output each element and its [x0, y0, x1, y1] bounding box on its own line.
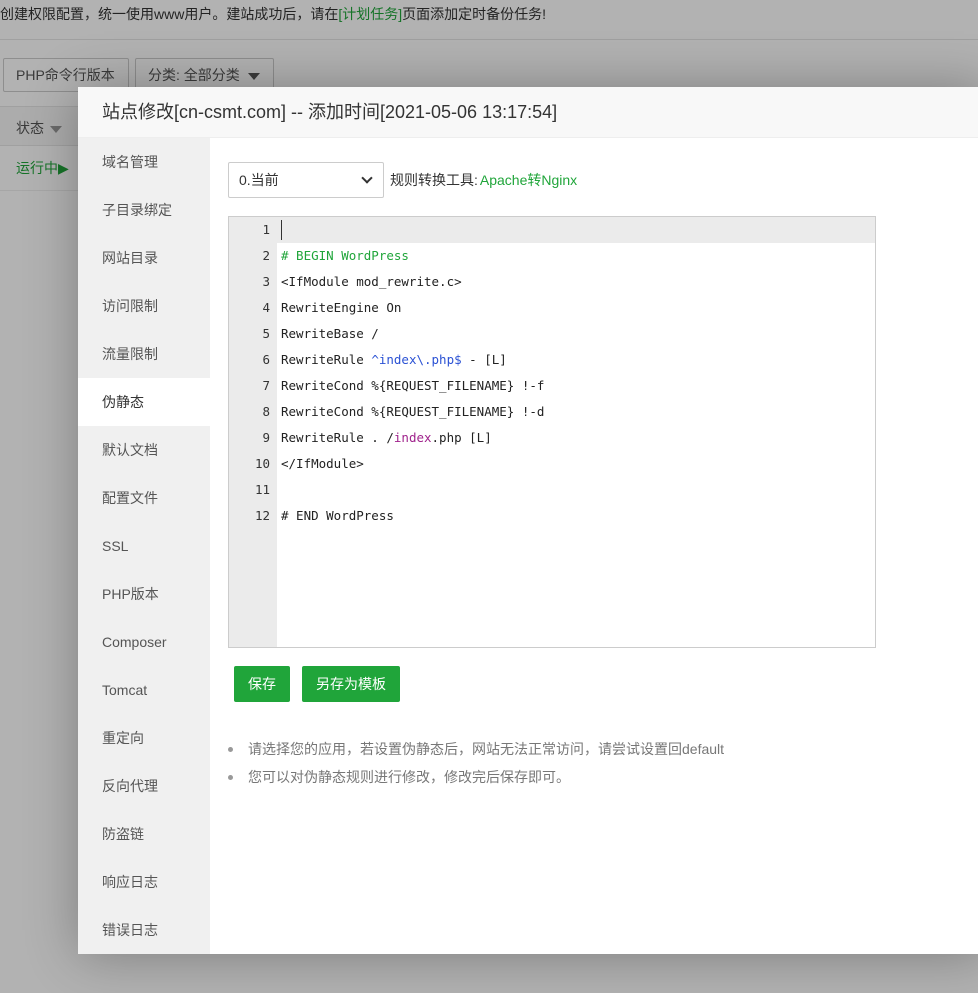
rewrite-panel: 0.当前 规则转换工具: Apache转Nginx 1 2 # BEGIN Wor… [228, 138, 978, 954]
text-cursor [281, 220, 282, 240]
sidebar-item-php-version[interactable]: PHP版本 [78, 570, 210, 618]
rewrite-template-select[interactable]: 0.当前 [228, 162, 384, 198]
sidebar-item-default-doc[interactable]: 默认文档 [78, 426, 210, 474]
modal-body: 域名管理 子目录绑定 网站目录 访问限制 流量限制 伪静态 默认文档 配置文件 … [78, 138, 978, 954]
code-line: 6 RewriteRule ^index\.php$ - [L] [262, 352, 507, 367]
help-tips: 请选择您的应用，若设置伪静态后，网站无法正常访问，请尝试设置回default 您… [228, 735, 724, 791]
code-line: 3 <IfModule mod_rewrite.c> [262, 274, 462, 289]
code-editor[interactable]: 1 2 # BEGIN WordPress 3 <IfModule mod_rewr… [228, 216, 876, 648]
sidebar-item-domain[interactable]: 域名管理 [78, 138, 210, 186]
modal-title: 站点修改[cn-csmt.com] -- 添加时间[2021-05-06 13:… [78, 87, 978, 138]
sidebar-item-subdirectory[interactable]: 子目录绑定 [78, 186, 210, 234]
code-line: 8 RewriteCond %{REQUEST_FILENAME} !-d [262, 404, 545, 419]
code-lines: 1 2 # BEGIN WordPress 3 <IfModule mod_rewr… [229, 217, 875, 529]
sidebar-item-reverse-proxy[interactable]: 反向代理 [78, 762, 210, 810]
code-line: 11 [254, 482, 270, 497]
tip-item: 请选择您的应用，若设置伪静态后，网站无法正常访问，请尝试设置回default [228, 735, 724, 763]
code-line: 7 RewriteCond %{REQUEST_FILENAME} !-f [262, 378, 545, 393]
save-button[interactable]: 保存 [234, 666, 290, 702]
sidebar-item-ssl[interactable]: SSL [78, 522, 210, 570]
modal-sidebar: 域名管理 子目录绑定 网站目录 访问限制 流量限制 伪静态 默认文档 配置文件 … [78, 138, 210, 954]
apache-to-nginx-link[interactable]: Apache转Nginx [480, 170, 577, 190]
code-line: 12 # END WordPress [254, 508, 394, 523]
rewrite-toolbar: 0.当前 规则转换工具: Apache转Nginx [228, 162, 577, 198]
save-as-template-button[interactable]: 另存为模板 [302, 666, 400, 702]
sidebar-item-traffic-limit[interactable]: 流量限制 [78, 330, 210, 378]
sidebar-item-composer[interactable]: Composer [78, 618, 210, 666]
sidebar-item-rewrite[interactable]: 伪静态 [78, 378, 210, 426]
site-edit-modal: 站点修改[cn-csmt.com] -- 添加时间[2021-05-06 13:… [78, 87, 978, 954]
action-buttons: 保存 另存为模板 [234, 666, 412, 702]
code-line: 9 RewriteRule . /index.php [L] [262, 430, 492, 445]
chevron-down-icon [361, 171, 373, 184]
sidebar-item-hotlink[interactable]: 防盗链 [78, 810, 210, 858]
code-line: 4 RewriteEngine On [262, 300, 402, 315]
sidebar-item-tomcat[interactable]: Tomcat [78, 666, 210, 714]
code-line: 2 # BEGIN WordPress [262, 248, 409, 263]
bullet-icon [228, 747, 233, 752]
bullet-icon [228, 775, 233, 780]
sidebar-item-config-file[interactable]: 配置文件 [78, 474, 210, 522]
sidebar-item-site-directory[interactable]: 网站目录 [78, 234, 210, 282]
code-line: 5 RewriteBase / [262, 326, 379, 341]
sidebar-item-redirect[interactable]: 重定向 [78, 714, 210, 762]
sidebar-item-error-log[interactable]: 错误日志 [78, 906, 210, 954]
tip-item: 您可以对伪静态规则进行修改，修改完后保存即可。 [228, 763, 724, 791]
sidebar-item-access-limit[interactable]: 访问限制 [78, 282, 210, 330]
rule-tool-label: 规则转换工具: [390, 172, 478, 188]
sidebar-item-access-log[interactable]: 响应日志 [78, 858, 210, 906]
code-line: 10 </IfModule> [254, 456, 364, 471]
code-line: 1 [229, 217, 875, 243]
